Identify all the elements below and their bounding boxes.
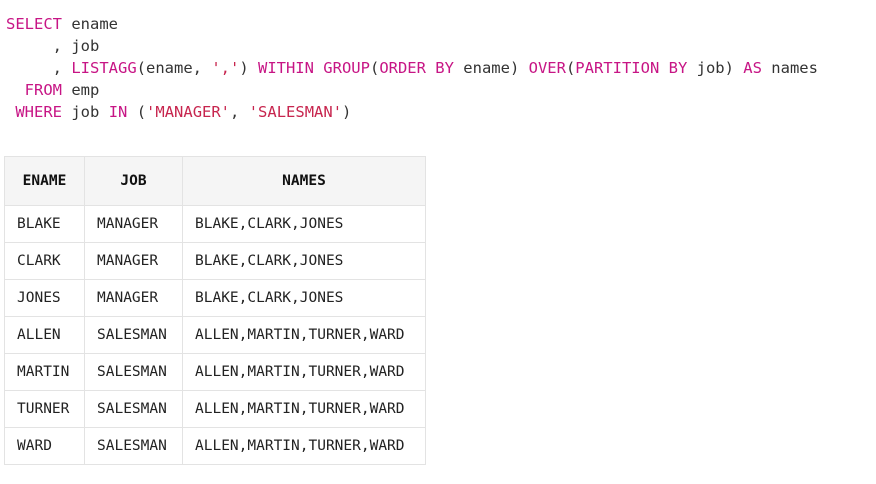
sql-text: ename [62, 15, 118, 33]
cell-names: ALLEN,MARTIN,TURNER,WARD [182, 353, 426, 391]
cell-ename: BLAKE [4, 205, 85, 243]
cell-names: BLAKE,CLARK,JONES [182, 205, 426, 243]
sql-text: emp [62, 81, 100, 99]
sql-string-literal: 'SALESMAN' [248, 103, 343, 121]
cell-ename: WARD [4, 427, 85, 465]
cell-ename: JONES [4, 279, 85, 317]
table-row: MARTIN SALESMAN ALLEN,MARTIN,TURNER,WARD [4, 353, 426, 391]
result-table: ENAME JOB NAMES BLAKE MANAGER BLAKE,CLAR… [4, 156, 426, 465]
cell-job: MANAGER [84, 242, 183, 280]
sql-text: ) [239, 59, 258, 77]
sql-keyword-as: AS [743, 59, 762, 77]
table-row: JONES MANAGER BLAKE,CLARK,JONES [4, 279, 426, 317]
sql-indent [6, 81, 25, 99]
table-row: TURNER SALESMAN ALLEN,MARTIN,TURNER,WARD [4, 390, 426, 428]
sql-text: names [761, 59, 818, 77]
sql-text: ename) [453, 59, 529, 77]
cell-job: SALESMAN [84, 390, 183, 428]
cell-names: BLAKE,CLARK,JONES [182, 242, 426, 280]
cell-names: BLAKE,CLARK,JONES [182, 279, 426, 317]
sql-string-literal: 'MANAGER' [146, 103, 231, 121]
sql-line-1: SELECT ename [6, 15, 118, 33]
sql-line-5: WHERE job IN ('MANAGER', 'SALESMAN') [6, 103, 351, 121]
cell-job: SALESMAN [84, 316, 183, 354]
sql-keyword-within-group: WITHIN GROUP [257, 59, 370, 77]
sql-line-2: , job [6, 37, 100, 55]
cell-ename: TURNER [4, 390, 85, 428]
sql-text: (ename, [136, 59, 212, 77]
sql-keyword-where: WHERE [15, 103, 63, 121]
sql-keyword-order-by: ORDER BY [379, 59, 454, 77]
column-header-ename: ENAME [4, 156, 85, 206]
sql-keyword-from: FROM [24, 81, 62, 99]
table-row: WARD SALESMAN ALLEN,MARTIN,TURNER,WARD [4, 427, 426, 465]
cell-names: ALLEN,MARTIN,TURNER,WARD [182, 316, 426, 354]
sql-text: job) [687, 59, 744, 77]
sql-line-4: FROM emp [6, 81, 100, 99]
header-row: ENAME JOB NAMES [4, 156, 426, 206]
sql-keyword-over: OVER [528, 59, 566, 77]
sql-string-literal: ',' [211, 59, 240, 77]
cell-ename: CLARK [4, 242, 85, 280]
sql-indent [6, 103, 15, 121]
cell-ename: MARTIN [4, 353, 85, 391]
sql-text: ( [369, 59, 380, 77]
sql-text: ( [565, 59, 576, 77]
result-table-header: ENAME JOB NAMES [4, 156, 426, 206]
sql-keyword-in: IN [108, 103, 128, 121]
sql-text: , job [6, 37, 100, 55]
column-header-job: JOB [84, 156, 183, 206]
column-header-names: NAMES [182, 156, 426, 206]
cell-job: SALESMAN [84, 427, 183, 465]
cell-ename: ALLEN [4, 316, 85, 354]
cell-job: MANAGER [84, 279, 183, 317]
result-table-body: BLAKE MANAGER BLAKE,CLARK,JONES CLARK MA… [4, 205, 426, 465]
sql-keyword-listagg: LISTAGG [71, 59, 137, 77]
cell-names: ALLEN,MARTIN,TURNER,WARD [182, 427, 426, 465]
sql-line-3: , LISTAGG(ename, ',') WITHIN GROUP(ORDER… [6, 59, 818, 77]
cell-job: MANAGER [84, 205, 183, 243]
table-row: ALLEN SALESMAN ALLEN,MARTIN,TURNER,WARD [4, 316, 426, 354]
table-row: CLARK MANAGER BLAKE,CLARK,JONES [4, 242, 426, 280]
sql-text: job [62, 103, 109, 121]
sql-keyword-select: SELECT [6, 15, 62, 33]
cell-names: ALLEN,MARTIN,TURNER,WARD [182, 390, 426, 428]
sql-text: ) [342, 103, 352, 121]
sql-text: ( [127, 103, 147, 121]
sql-text: , [230, 103, 249, 121]
table-row: BLAKE MANAGER BLAKE,CLARK,JONES [4, 205, 426, 243]
cell-job: SALESMAN [84, 353, 183, 391]
sql-text: , [6, 59, 72, 77]
sql-code-block: SELECT ename , job , LISTAGG(ename, ',')… [6, 13, 818, 123]
sql-keyword-partition-by: PARTITION BY [575, 59, 688, 77]
